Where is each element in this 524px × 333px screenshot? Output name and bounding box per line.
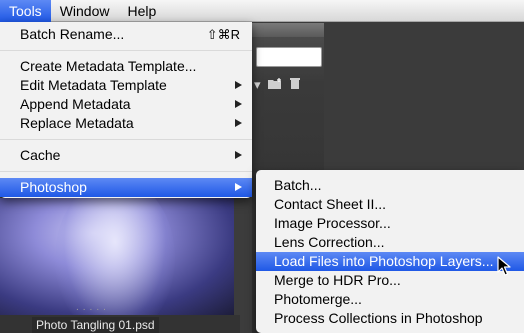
menu-item-cache[interactable]: Cache xyxy=(0,146,252,165)
photoshop-submenu: Batch... Contact Sheet II... Image Proce… xyxy=(256,170,524,333)
menu-item-label: Photoshop xyxy=(20,179,87,195)
menu-item-create-metadata-template[interactable]: Create Metadata Template... xyxy=(0,57,252,76)
menu-item-label: Create Metadata Template... xyxy=(20,58,197,74)
trash-icon[interactable] xyxy=(289,77,301,93)
submenu-arrow-icon xyxy=(235,81,242,89)
submenu-arrow-icon xyxy=(235,119,242,127)
submenu-item-batch[interactable]: Batch... xyxy=(256,176,524,195)
menu-item-label: Append Metadata xyxy=(20,96,131,112)
menubar-window[interactable]: Window xyxy=(51,0,119,22)
menu-item-label: Cache xyxy=(20,147,61,163)
menu-item-replace-metadata[interactable]: Replace Metadata xyxy=(0,114,252,133)
menubar-help[interactable]: Help xyxy=(118,0,165,22)
submenu-item-merge-to-hdr[interactable]: Merge to HDR Pro... xyxy=(256,271,524,290)
search-input[interactable] xyxy=(256,47,322,67)
menu-item-batch-rename[interactable]: Batch Rename... ⇧⌘R xyxy=(0,25,252,44)
submenu-item-lens-correction[interactable]: Lens Correction... xyxy=(256,233,524,252)
submenu-arrow-icon xyxy=(235,151,242,159)
menu-item-label: Replace Metadata xyxy=(20,115,134,131)
dropdown-arrow-icon[interactable]: ▾ xyxy=(254,77,261,93)
tools-menu: Batch Rename... ⇧⌘R Create Metadata Temp… xyxy=(0,22,252,198)
menu-separator xyxy=(0,139,252,140)
menu-item-label: Edit Metadata Template xyxy=(20,77,167,93)
thumbnail-caption: Photo Tangling 01.psd xyxy=(32,317,159,333)
submenu-item-photomerge[interactable]: Photomerge... xyxy=(256,290,524,309)
menubar-tools[interactable]: Tools xyxy=(0,0,51,22)
menu-item-label: Batch Rename... xyxy=(20,26,125,42)
submenu-item-process-collections[interactable]: Process Collections in Photoshop xyxy=(256,309,524,328)
menu-item-edit-metadata-template[interactable]: Edit Metadata Template xyxy=(0,76,252,95)
menu-bar: Tools Window Help xyxy=(0,0,524,22)
new-folder-icon[interactable] xyxy=(267,77,283,93)
menu-separator xyxy=(0,50,252,51)
menu-item-photoshop[interactable]: Photoshop xyxy=(0,178,252,197)
submenu-arrow-icon xyxy=(235,100,242,108)
thumbnail-rating-dots[interactable]: ..... xyxy=(76,303,116,313)
submenu-item-contact-sheet[interactable]: Contact Sheet II... xyxy=(256,195,524,214)
menu-separator xyxy=(0,171,252,172)
photo-thumbnail[interactable] xyxy=(0,198,234,315)
shortcut-label: ⇧⌘R xyxy=(206,27,240,42)
submenu-item-image-processor[interactable]: Image Processor... xyxy=(256,214,524,233)
menu-item-append-metadata[interactable]: Append Metadata xyxy=(0,95,252,114)
submenu-item-load-files-into-layers[interactable]: Load Files into Photoshop Layers... xyxy=(256,252,524,271)
panel-toolbar: ▾ xyxy=(254,76,324,94)
submenu-arrow-icon xyxy=(235,183,242,191)
panel-tab-strip xyxy=(252,23,324,37)
pointer-cursor-icon xyxy=(497,256,511,276)
